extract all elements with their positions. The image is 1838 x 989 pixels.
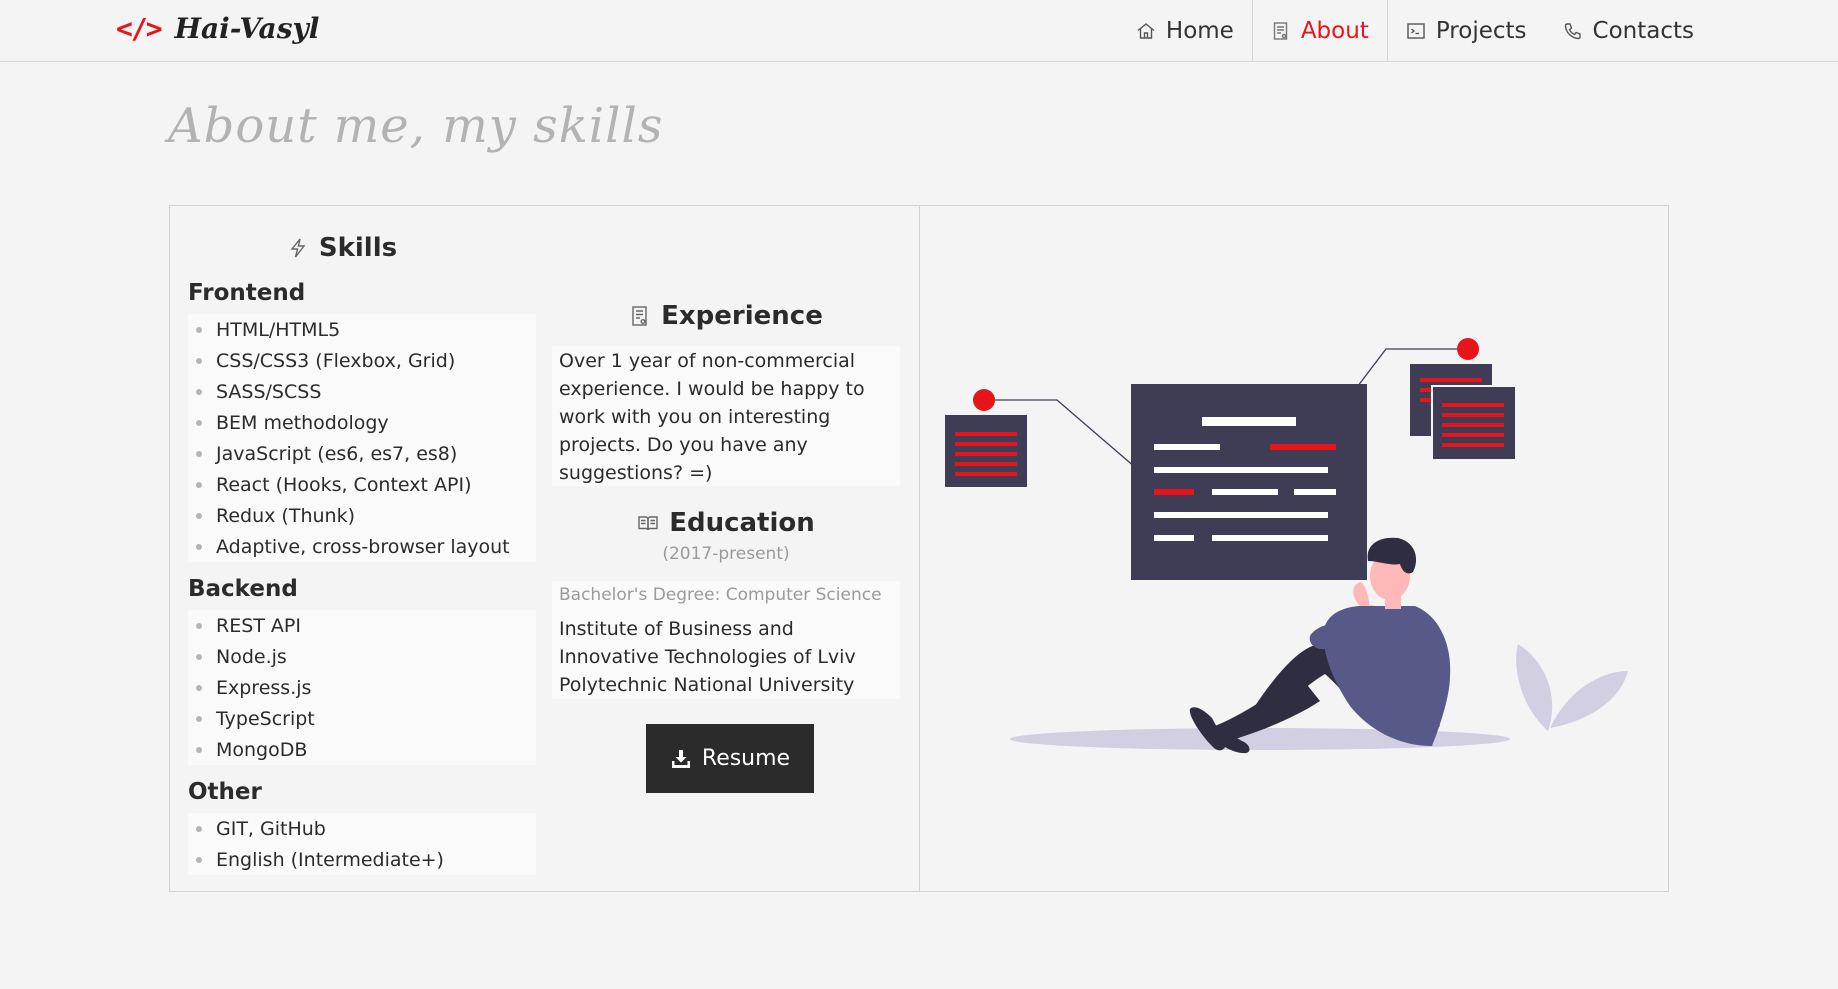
education-details: Bachelor's Degree: Computer Science Inst… <box>552 581 900 699</box>
dot-marker <box>1457 338 1479 360</box>
education-institution: Institute of Business and Innovative Tec… <box>559 618 856 696</box>
list-item: SASS/SCSS <box>188 376 536 407</box>
backend-title: Backend <box>188 576 298 602</box>
list-item: Node.js <box>188 641 536 672</box>
bullet <box>196 481 202 488</box>
code-icon: </> <box>116 12 163 45</box>
list-item: Redux (Thunk) <box>188 500 536 531</box>
bullet <box>196 543 202 550</box>
skill-label: MongoDB <box>216 738 308 761</box>
logo[interactable]: </> Hai-Vasyl <box>116 12 319 45</box>
list-item: TypeScript <box>188 703 536 734</box>
page-title: About me, my skills <box>168 98 664 154</box>
main-nav: Home About Projects Contacts <box>1118 0 1838 62</box>
education-title: Education <box>669 508 815 538</box>
list-item: REST API <box>188 610 536 641</box>
list-item: English (Intermediate+) <box>188 844 536 875</box>
nav-home-label: Home <box>1165 18 1234 44</box>
skill-label: Redux (Thunk) <box>216 504 355 527</box>
skill-label: TypeScript <box>216 707 315 730</box>
skill-label: CSS/CSS3 (Flexbox, Grid) <box>216 349 456 372</box>
list-item: HTML/HTML5 <box>188 314 536 345</box>
experience-text: Over 1 year of non-commercial experience… <box>552 346 900 486</box>
download-icon <box>671 749 690 768</box>
skill-label: English (Intermediate+) <box>216 848 444 871</box>
bullet <box>196 746 202 753</box>
bullet <box>196 419 202 426</box>
nav-contacts-label: Contacts <box>1592 18 1694 44</box>
list-item: CSS/CSS3 (Flexbox, Grid) <box>188 345 536 376</box>
lightning-icon <box>290 238 306 258</box>
skill-label: HTML/HTML5 <box>216 318 341 341</box>
backend-list: REST API Node.js Express.js TypeScript M… <box>188 610 536 765</box>
developer-illustration <box>945 338 1628 754</box>
other-title: Other <box>188 779 262 805</box>
home-icon <box>1137 23 1155 39</box>
list-item: JavaScript (es6, es7, es8) <box>188 438 536 469</box>
bullet <box>196 622 202 629</box>
list-item: BEM methodology <box>188 407 536 438</box>
frontend-list: HTML/HTML5 CSS/CSS3 (Flexbox, Grid) SASS… <box>188 314 536 562</box>
list-item: Adaptive, cross-browser layout <box>188 531 536 562</box>
education-degree: Bachelor's Degree: Computer Science <box>559 585 882 605</box>
skill-label: Node.js <box>216 645 287 668</box>
leaf-shape <box>1550 671 1628 728</box>
document-icon <box>632 306 647 326</box>
skill-label: Express.js <box>216 676 312 699</box>
nav-home[interactable]: Home <box>1118 0 1252 62</box>
skill-label: GIT, GitHub <box>216 817 326 840</box>
nav-contacts[interactable]: Contacts <box>1545 0 1712 62</box>
nav-projects-label: Projects <box>1435 18 1527 44</box>
skill-label: React (Hooks, Context API) <box>216 473 472 496</box>
experience-title: Experience <box>661 301 823 331</box>
illustration <box>920 206 1668 891</box>
bullet <box>196 825 202 832</box>
skill-label: JavaScript (es6, es7, es8) <box>216 442 458 465</box>
bullet <box>196 326 202 333</box>
book-icon <box>638 516 658 531</box>
other-list: GIT, GitHub English (Intermediate+) <box>188 813 536 875</box>
skill-label: SASS/SCSS <box>216 380 322 403</box>
skill-label: Adaptive, cross-browser layout <box>216 535 510 558</box>
skills-title: Skills <box>318 233 398 263</box>
main-document <box>1131 384 1367 580</box>
bullet <box>196 388 202 395</box>
bullet <box>196 715 202 722</box>
nav-about[interactable]: About <box>1251 0 1388 62</box>
skills-heading: Skills <box>188 228 536 268</box>
education-years: (2017-present) <box>662 544 790 564</box>
list-item: MongoDB <box>188 734 536 765</box>
terminal-icon <box>1407 23 1425 39</box>
skill-label: BEM methodology <box>216 411 389 434</box>
bullet <box>196 684 202 691</box>
bullet <box>196 357 202 364</box>
skill-label: REST API <box>216 614 301 637</box>
resume-label: Resume <box>701 746 791 771</box>
small-document <box>945 415 1027 487</box>
leaf-shape <box>1516 644 1553 731</box>
phone-icon <box>1564 23 1581 40</box>
resume-button[interactable]: Resume <box>646 724 814 793</box>
bullet <box>196 450 202 457</box>
brand-name: Hai-Vasyl <box>174 12 320 45</box>
nav-about-label: About <box>1300 18 1369 44</box>
bullet <box>196 856 202 863</box>
bullet <box>196 653 202 660</box>
list-item: React (Hooks, Context API) <box>188 469 536 500</box>
list-item: GIT, GitHub <box>188 813 536 844</box>
experience-heading: Experience <box>552 296 900 336</box>
dot-marker <box>973 389 995 411</box>
bullet <box>196 512 202 519</box>
document-icon <box>1273 22 1288 40</box>
frontend-title: Frontend <box>188 280 306 306</box>
nav-projects[interactable]: Projects <box>1388 0 1545 62</box>
header: </> Hai-Vasyl Home About Projects Contac… <box>0 0 1838 62</box>
list-item: Express.js <box>188 672 536 703</box>
about-card: Skills Frontend HTML/HTML5 CSS/CSS3 (Fle… <box>169 205 1669 892</box>
education-heading: Education <box>552 503 900 543</box>
